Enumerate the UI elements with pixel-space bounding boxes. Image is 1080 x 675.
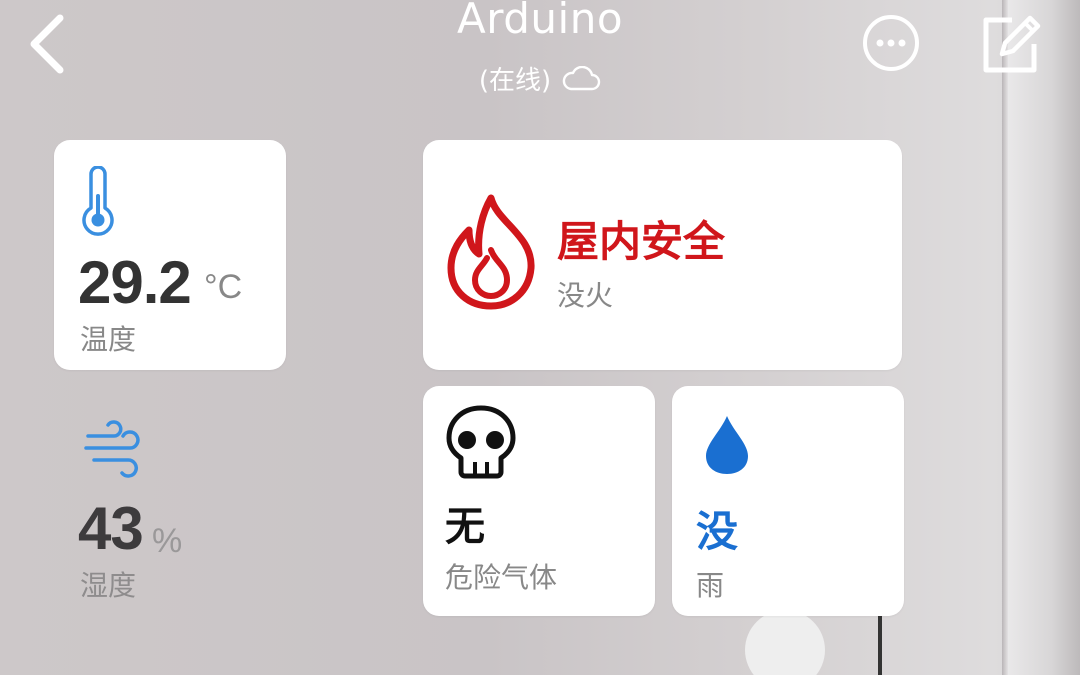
background-cable <box>878 612 882 675</box>
water-drop-icon <box>706 416 748 474</box>
background-device <box>745 610 825 675</box>
more-icon <box>863 15 919 71</box>
temperature-value: 29.2 <box>78 249 192 316</box>
humidity-unit: % <box>152 522 183 560</box>
gas-card[interactable]: 无 危险气体 <box>423 386 655 616</box>
fire-status: 没火 <box>557 279 614 312</box>
more-button[interactable] <box>862 14 920 72</box>
temperature-unit: °C <box>204 268 243 306</box>
edit-button[interactable] <box>978 12 1042 76</box>
device-title: Arduino <box>456 0 624 43</box>
chevron-left-icon <box>30 14 64 74</box>
rain-value: 没 <box>696 507 739 556</box>
fire-title: 屋内安全 <box>557 217 726 266</box>
background-wall <box>1008 0 1080 675</box>
temperature-card[interactable]: 29.2 °C 温度 <box>54 140 286 370</box>
wind-icon <box>84 420 140 478</box>
edit-icon <box>983 15 1041 73</box>
cloud-icon <box>562 65 601 90</box>
humidity-label: 湿度 <box>80 569 137 602</box>
device-status-text: (在线) <box>478 66 552 96</box>
gas-value: 无 <box>445 504 485 550</box>
rain-card[interactable]: 没 雨 <box>672 386 904 616</box>
thermometer-icon <box>82 166 114 236</box>
gas-label: 危险气体 <box>445 561 558 594</box>
back-button[interactable] <box>22 10 82 78</box>
flame-icon <box>447 194 535 310</box>
temperature-label: 温度 <box>80 323 137 356</box>
rain-label: 雨 <box>696 569 725 602</box>
skull-icon <box>446 405 516 479</box>
device-status: (在线) <box>390 60 690 97</box>
humidity-value: 43 <box>78 495 144 562</box>
fire-card[interactable]: 屋内安全 没火 <box>423 140 902 370</box>
